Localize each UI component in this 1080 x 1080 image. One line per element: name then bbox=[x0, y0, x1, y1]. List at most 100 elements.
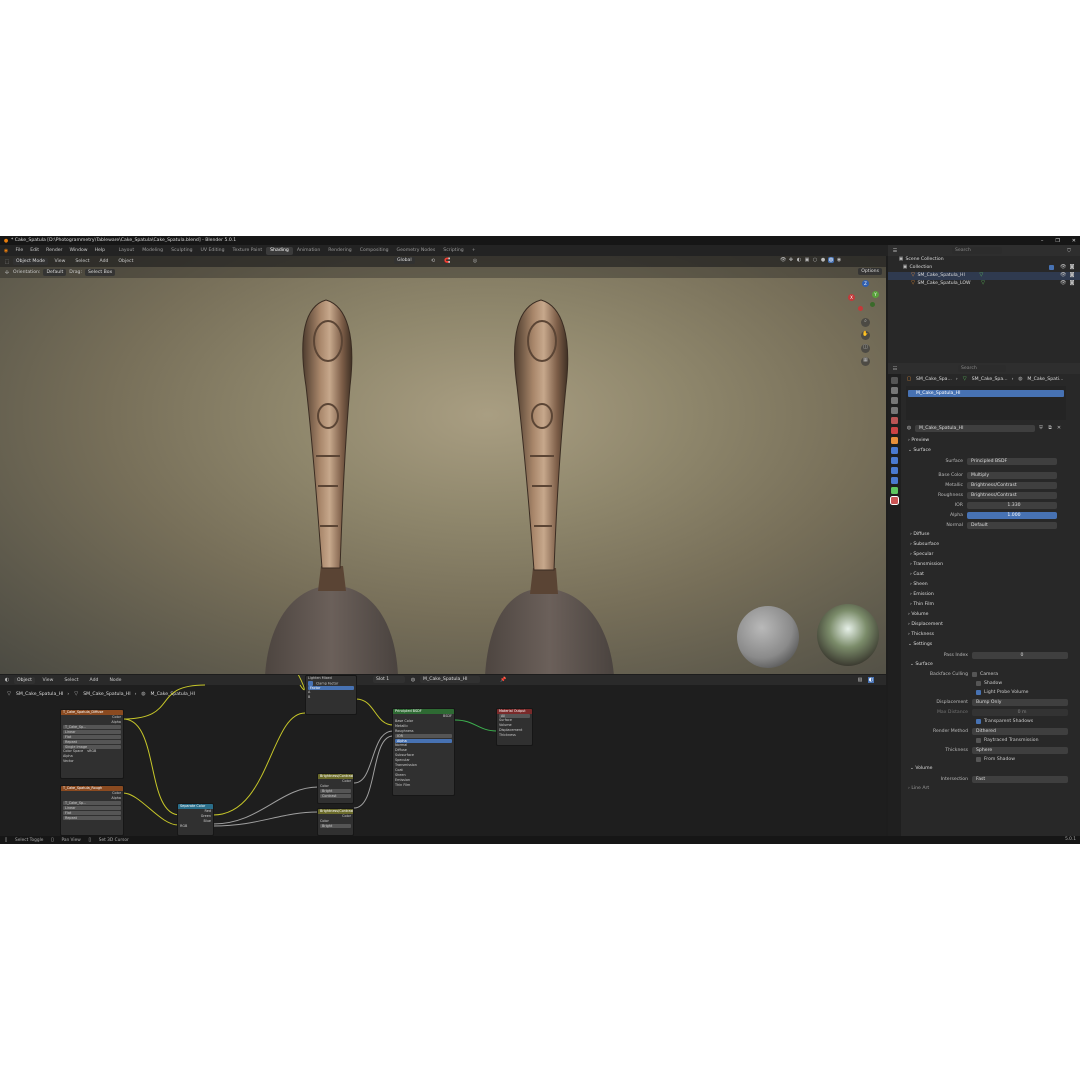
material-slot-item[interactable]: M_Cake_Spatula_HI bbox=[908, 390, 1064, 397]
output-tab[interactable] bbox=[891, 397, 898, 404]
raytraced-transmission-checkbox[interactable] bbox=[976, 738, 981, 743]
bright-field[interactable]: Bright bbox=[320, 824, 351, 828]
section-line-art[interactable]: › Line Art bbox=[902, 784, 1080, 794]
gizmo-y-axis[interactable]: Y bbox=[872, 291, 879, 298]
section-volume[interactable]: › Volume bbox=[902, 610, 1080, 620]
node-separate-color[interactable]: Separate Color Red Green Blue RGB bbox=[177, 803, 214, 836]
3d-viewport[interactable]: ⬚ Object Mode View Select Add Object Glo… bbox=[0, 256, 886, 674]
extension-dropdown[interactable]: Repeat bbox=[63, 816, 121, 820]
eye-icon[interactable]: 👁 bbox=[1060, 264, 1066, 270]
tab-uv-editing[interactable]: UV Editing bbox=[197, 247, 229, 255]
socket-rgb-in[interactable]: RGB bbox=[178, 824, 213, 829]
projection-dropdown[interactable]: Flat bbox=[63, 811, 121, 815]
unlink-icon[interactable]: ✕ bbox=[1056, 425, 1062, 431]
intersection-dropdown[interactable]: Fast bbox=[972, 775, 1068, 783]
subsection-transmission[interactable]: › Transmission bbox=[902, 560, 1080, 570]
properties-search-input[interactable]: Search bbox=[958, 365, 1006, 372]
surface-shader-field[interactable]: Principled BSDF bbox=[967, 457, 1057, 465]
subsection-surface-settings[interactable]: ⌄ Surface bbox=[902, 660, 1080, 670]
gizmo-neg-x[interactable] bbox=[858, 306, 863, 311]
backface-shadow-checkbox[interactable] bbox=[976, 681, 981, 686]
interp-dropdown[interactable]: Linear bbox=[63, 806, 121, 810]
thickness-dropdown[interactable]: Sphere bbox=[972, 746, 1068, 754]
fake-user-icon[interactable]: ⛨ bbox=[1038, 425, 1044, 431]
section-preview[interactable]: › Preview bbox=[902, 436, 1080, 446]
contrast-field[interactable]: Contrast bbox=[320, 794, 351, 798]
socket-thickness[interactable]: Thickness bbox=[497, 733, 532, 738]
add-workspace-button[interactable]: + bbox=[468, 247, 480, 255]
image-field[interactable]: T_Cake_Sp... bbox=[63, 725, 121, 729]
outliner-type-icon[interactable]: ☰ bbox=[892, 248, 898, 254]
section-surface[interactable]: ⌄ Surface bbox=[902, 446, 1080, 456]
navigation-gizmo[interactable]: Z Y X ⌕ ✋ ◫ ▦ bbox=[848, 278, 884, 378]
scene-tab[interactable] bbox=[891, 417, 898, 424]
subsection-emission[interactable]: › Emission bbox=[902, 590, 1080, 600]
color-space-value[interactable]: sRGB bbox=[87, 749, 96, 754]
node-material-output[interactable]: Material Output All Surface Volume Displ… bbox=[496, 708, 533, 746]
outliner-collection[interactable]: ▣ Collection 👁 ◙ bbox=[888, 264, 1080, 272]
normal-field[interactable]: Default bbox=[967, 521, 1057, 529]
filter-icon[interactable]: ⛉ bbox=[1066, 248, 1072, 254]
eye-icon[interactable]: 👁 bbox=[1060, 280, 1066, 286]
menu-window[interactable]: Window bbox=[66, 248, 91, 253]
roughness-field[interactable]: Brightness/Contrast bbox=[967, 491, 1057, 499]
gizmo-neg-y[interactable] bbox=[870, 302, 875, 307]
shader-node-editor[interactable]: ◐ Object View Select Add Node Slot 1 ◍ M… bbox=[0, 675, 886, 836]
render-camera-icon[interactable]: ◙ bbox=[1069, 264, 1075, 270]
menu-file[interactable]: File bbox=[12, 248, 27, 253]
close-button[interactable]: ✕ bbox=[1072, 238, 1076, 244]
tab-scripting[interactable]: Scripting bbox=[439, 247, 467, 255]
outliner-object-hi[interactable]: ▽ SM_Cake_Spatula_HI ▽ 👁 ◙ bbox=[888, 272, 1080, 280]
maximize-button[interactable]: ❐ bbox=[1055, 238, 1059, 244]
tab-layout[interactable]: Layout bbox=[115, 247, 139, 255]
gizmo-x-axis[interactable]: X bbox=[848, 294, 855, 301]
tab-geometry-nodes[interactable]: Geometry Nodes bbox=[393, 247, 440, 255]
ior-field[interactable]: IOR bbox=[395, 734, 452, 738]
node-diffuse-texture[interactable]: T_Cake_Spatula_Diffuse Color Alpha T_Cak… bbox=[60, 709, 124, 779]
object-tab[interactable] bbox=[891, 437, 898, 444]
ortho-toggle-icon[interactable]: ▦ bbox=[861, 357, 870, 366]
node-brightness-contrast-2[interactable]: Brightness/Contrast Color Color Bright bbox=[317, 808, 354, 836]
blender-menu-icon[interactable]: ◉ bbox=[3, 248, 9, 254]
modifier-tab[interactable] bbox=[891, 447, 898, 454]
tab-compositing[interactable]: Compositing bbox=[356, 247, 393, 255]
metallic-field[interactable]: Brightness/Contrast bbox=[967, 481, 1057, 489]
view-layer-tab[interactable] bbox=[891, 407, 898, 414]
gizmo-z-axis[interactable]: Z bbox=[862, 280, 869, 287]
socket-b-in[interactable]: B bbox=[306, 695, 356, 700]
material-slot-list[interactable]: M_Cake_Spatula_HI bbox=[906, 386, 1066, 420]
subsection-thin-film[interactable]: › Thin Film bbox=[902, 600, 1080, 610]
outliner-scene-collection[interactable]: ▣ Scene Collection bbox=[888, 256, 1080, 264]
material-name-field[interactable]: M_Cake_Spatula_HI bbox=[915, 424, 1035, 432]
subsection-sheen[interactable]: › Sheen bbox=[902, 580, 1080, 590]
subsection-specular[interactable]: › Specular bbox=[902, 550, 1080, 560]
tab-sculpting[interactable]: Sculpting bbox=[167, 247, 196, 255]
transparent-shadows-checkbox[interactable] bbox=[976, 719, 981, 724]
subsection-diffuse[interactable]: › Diffuse bbox=[902, 530, 1080, 540]
node-brightness-contrast-1[interactable]: Brightness/Contrast Color Color Bright C… bbox=[317, 773, 354, 804]
from-shadow-checkbox[interactable] bbox=[976, 757, 981, 762]
image-field[interactable]: T_Cake_Sp... bbox=[63, 801, 121, 805]
constraints-tab[interactable] bbox=[891, 477, 898, 484]
material-browse-icon[interactable]: ◍ bbox=[906, 425, 912, 431]
light-probe-volume-checkbox[interactable] bbox=[976, 690, 981, 695]
collection-exclude-checkbox[interactable] bbox=[1049, 264, 1054, 270]
base-color-field[interactable]: Multiply bbox=[967, 471, 1057, 479]
pass-index-field[interactable]: 0 bbox=[972, 651, 1068, 659]
tab-animation[interactable]: Animation bbox=[293, 247, 324, 255]
section-thickness[interactable]: › Thickness bbox=[902, 630, 1080, 640]
bright-field[interactable]: Bright bbox=[320, 789, 351, 793]
ior-field[interactable]: 1.330 bbox=[967, 501, 1057, 509]
menu-edit[interactable]: Edit bbox=[27, 248, 43, 253]
max-distance-field[interactable]: 0 m bbox=[972, 708, 1068, 716]
physics-tab[interactable] bbox=[891, 467, 898, 474]
section-settings[interactable]: ⌄ Settings bbox=[902, 640, 1080, 650]
backface-camera-checkbox[interactable] bbox=[972, 672, 977, 677]
panel-thin-film[interactable]: Thin Film bbox=[393, 783, 454, 788]
outliner-search-input[interactable]: Search bbox=[952, 247, 1002, 254]
render-camera-icon[interactable]: ◙ bbox=[1069, 280, 1075, 286]
node-rough-texture[interactable]: T_Cake_Spatula_Rough Color Alpha T_Cake_… bbox=[60, 785, 124, 836]
zoom-icon[interactable]: ⌕ bbox=[861, 318, 870, 327]
displacement-dropdown[interactable]: Bump Only bbox=[972, 698, 1068, 706]
spatula-low-model[interactable] bbox=[485, 299, 614, 674]
